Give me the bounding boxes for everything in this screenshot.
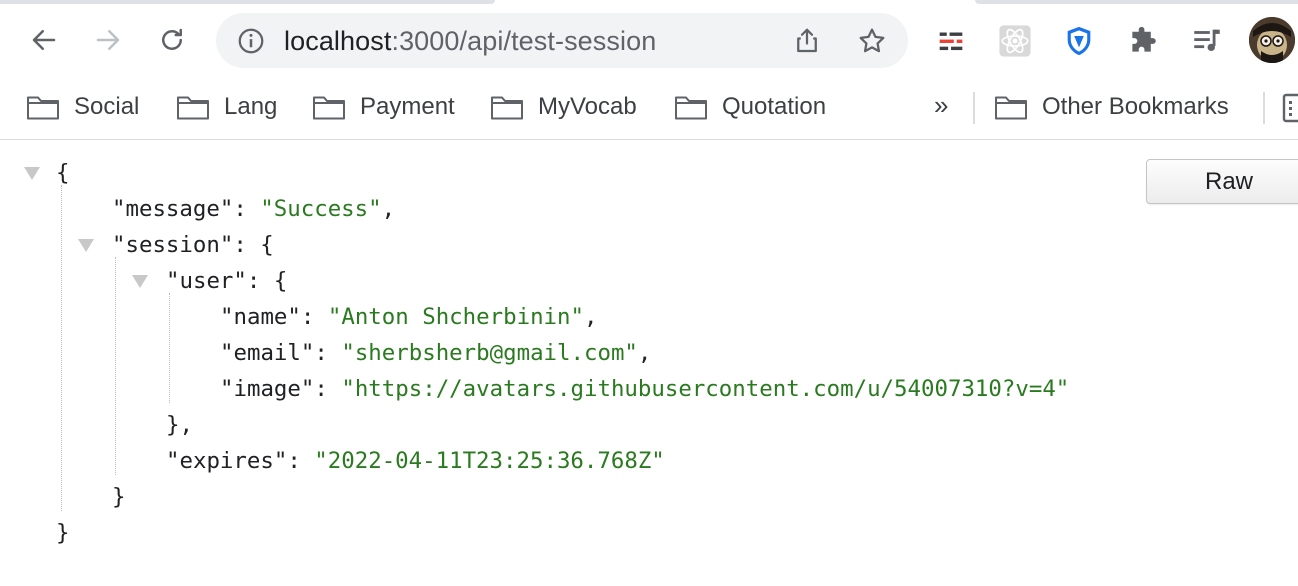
json-line-email: "email": "sherbsherb@gmail.com", bbox=[220, 340, 652, 366]
avatar[interactable] bbox=[1249, 17, 1295, 63]
more-bookmarks-button[interactable]: » bbox=[934, 90, 948, 121]
json-line-name: "name": "Anton Shcherbinin", bbox=[220, 304, 598, 330]
session-guide-line bbox=[115, 257, 116, 475]
json-line-root-open: { bbox=[56, 155, 69, 191]
folder-icon bbox=[491, 96, 523, 120]
share-icon[interactable] bbox=[792, 25, 822, 57]
json-key-email: "email" bbox=[220, 340, 315, 366]
forward-button[interactable] bbox=[86, 18, 130, 62]
json-line-root-close: } bbox=[56, 515, 69, 551]
json-value-image: "https://avatars.githubusercontent.com/u… bbox=[341, 376, 1070, 402]
bookmark-folder-social[interactable]: Social bbox=[26, 92, 139, 122]
inactive-tab-right[interactable] bbox=[975, 0, 1298, 4]
address-bar[interactable]: localhost:3000/api/test-session bbox=[216, 13, 908, 68]
json-key-session: "session" bbox=[112, 232, 234, 258]
reading-list-icon[interactable] bbox=[1282, 93, 1298, 123]
collapse-session-toggle[interactable] bbox=[78, 239, 94, 252]
bookmark-label: Payment bbox=[360, 93, 455, 120]
back-button[interactable] bbox=[22, 18, 66, 62]
bookmark-label: Social bbox=[74, 93, 140, 120]
bookmark-label: Lang bbox=[224, 93, 278, 120]
bookmark-folder-lang[interactable]: Lang bbox=[176, 92, 277, 122]
folder-icon bbox=[313, 96, 345, 120]
react-devtools-icon[interactable] bbox=[996, 22, 1034, 60]
raw-button[interactable]: Raw bbox=[1146, 159, 1298, 204]
json-value-message: "Success" bbox=[260, 196, 382, 222]
json-value-email: "sherbsherb@gmail.com" bbox=[341, 340, 638, 366]
browser-toolbar: localhost:3000/api/test-session bbox=[0, 6, 1298, 74]
brace-open: { bbox=[56, 160, 70, 186]
inactive-tab-left[interactable] bbox=[0, 0, 495, 4]
url-path: :3000/api/test-session bbox=[391, 26, 657, 56]
puzzle-extensions-icon[interactable] bbox=[1124, 22, 1162, 60]
json-line-image: "image": "https://avatars.githubusercont… bbox=[220, 376, 1070, 402]
folder-icon bbox=[995, 96, 1027, 120]
json-viewer: Raw { "message": "Success", "session": {… bbox=[0, 141, 1298, 586]
root-guide-line bbox=[61, 185, 62, 511]
bookmarks-divider bbox=[1263, 92, 1265, 124]
json-line-message: "message": "Success", bbox=[112, 196, 396, 222]
url-text[interactable]: localhost:3000/api/test-session bbox=[284, 26, 656, 56]
other-bookmarks-folder[interactable]: Other Bookmarks bbox=[994, 92, 1229, 122]
bookmarks-divider bbox=[973, 92, 975, 124]
json-line-user-close: }, bbox=[166, 407, 193, 443]
star-icon[interactable] bbox=[856, 25, 888, 57]
json-key-expires: "expires" bbox=[166, 448, 288, 474]
json-line-session-close: } bbox=[112, 479, 125, 515]
brace-close: } bbox=[56, 520, 70, 546]
bookmark-folder-payment[interactable]: Payment bbox=[312, 92, 455, 122]
vpn-shield-icon[interactable] bbox=[1060, 22, 1098, 60]
bookmark-folder-quotation[interactable]: Quotation bbox=[674, 92, 826, 122]
folder-icon bbox=[177, 96, 209, 120]
brace-open: { bbox=[273, 268, 288, 294]
json-key-name: "name" bbox=[220, 304, 301, 330]
json-line-session: "session": { bbox=[112, 232, 274, 258]
brace-close: } bbox=[112, 484, 126, 510]
collapse-root-toggle[interactable] bbox=[24, 167, 40, 180]
arrow-left-icon bbox=[32, 30, 56, 50]
bookmark-folder-myvocab[interactable]: MyVocab bbox=[490, 92, 637, 122]
reload-button[interactable] bbox=[150, 18, 194, 62]
brace-open: { bbox=[260, 232, 274, 258]
reload-icon bbox=[162, 28, 182, 50]
folder-icon bbox=[675, 96, 707, 120]
json-key-image: "image" bbox=[220, 376, 315, 402]
brace-close-comma: }, bbox=[166, 412, 193, 438]
media-queue-icon[interactable] bbox=[1188, 22, 1226, 60]
json-value-expires: "2022-04-11T23:25:36.768Z" bbox=[314, 448, 665, 474]
other-bookmarks-label: Other Bookmarks bbox=[1042, 93, 1229, 120]
url-host: localhost bbox=[284, 26, 392, 56]
bookmark-label: Quotation bbox=[722, 93, 827, 120]
folder-icon bbox=[27, 96, 59, 120]
bookmarks-bar: Social Lang Payment MyVocab Quotation » … bbox=[0, 74, 1298, 140]
user-guide-line bbox=[169, 293, 170, 403]
bookmark-label: MyVocab bbox=[538, 93, 637, 120]
info-icon[interactable] bbox=[236, 26, 266, 56]
json-line-expires: "expires": "2022-04-11T23:25:36.768Z" bbox=[166, 448, 665, 474]
json-key-user: "user" bbox=[166, 268, 247, 294]
tag-toolbar-extension-icon[interactable] bbox=[932, 22, 970, 60]
profile-picture-icon bbox=[1249, 17, 1295, 63]
json-key-message: "message" bbox=[112, 196, 234, 222]
collapse-user-toggle[interactable] bbox=[132, 275, 148, 288]
arrow-right-icon bbox=[96, 30, 120, 50]
json-value-name: "Anton Shcherbinin" bbox=[327, 304, 584, 330]
json-line-user: "user": { bbox=[166, 268, 288, 294]
